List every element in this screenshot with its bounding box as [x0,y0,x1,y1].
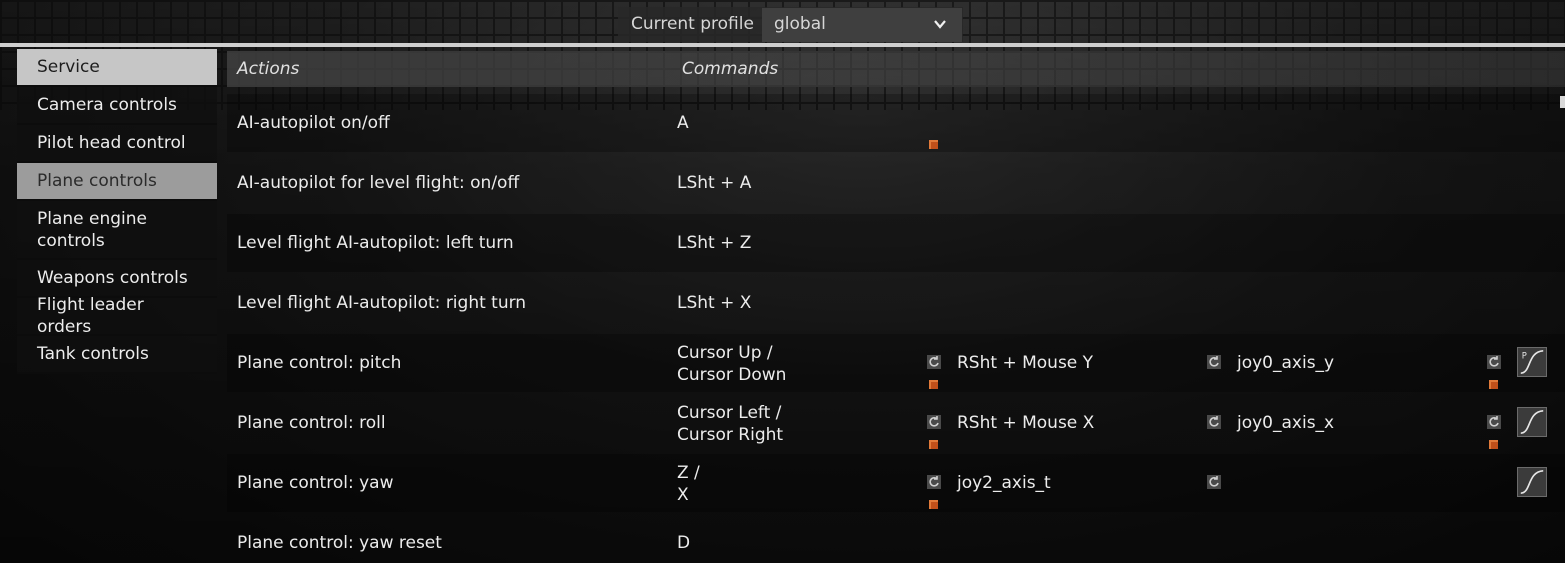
sidebar-item-plane-controls[interactable]: Plane controls [17,163,217,201]
curve-badge: P [1522,350,1527,360]
command-value[interactable]: Cursor Up / Cursor Down [677,342,786,386]
axis-curve-icon[interactable] [1517,467,1547,497]
command-value[interactable]: Z / X [677,462,700,506]
secondary-binding[interactable]: RSht + Mouse X [957,413,1094,433]
sidebar-item-tank-controls[interactable]: Tank controls [17,336,217,374]
sidebar-item-label: Pilot head control [37,133,186,153]
binding-marker-icon [929,140,938,149]
reset-binding-icon[interactable] [1207,355,1221,369]
reset-binding-icon[interactable] [1207,475,1221,489]
secondary-binding[interactable]: joy2_axis_t [957,473,1051,493]
sidebar-item-label: Weapons controls [37,268,188,288]
reset-binding-icon[interactable] [1487,355,1501,369]
actions-column-header: Actions [237,59,300,79]
action-label: AI-autopilot on/off [237,113,390,133]
sidebar-item-label: Plane engine controls [37,208,148,251]
command-value[interactable]: LSht + A [677,173,751,193]
reset-binding-icon[interactable] [1207,415,1221,429]
command-line: Z / [677,463,700,483]
axis-curve-icon[interactable] [1517,407,1547,437]
category-sidebar: Service Camera controls Pilot head contr… [17,49,217,374]
scrollbar[interactable] [1560,96,1565,108]
reset-binding-icon[interactable] [1487,415,1501,429]
command-line: Cursor Right [677,425,784,445]
action-label: Plane control: yaw [237,473,394,493]
action-label: Plane control: roll [237,413,386,433]
profile-value: global [774,14,826,34]
binding-marker-icon [929,500,938,509]
sidebar-item-label: Flight leader orders [37,295,144,337]
table-row[interactable] [227,454,1565,512]
tertiary-binding[interactable]: joy0_axis_x [1237,413,1334,433]
sidebar-item-pilot-head-control[interactable]: Pilot head control [17,125,217,163]
sidebar-item-label: Camera controls [37,95,177,115]
sidebar-item-label: Plane controls [37,171,157,191]
sidebar-item-flight-leader-orders[interactable]: Flight leader orders [17,295,217,337]
sidebar-item-plane-engine-controls[interactable]: Plane engine controls [17,201,217,260]
command-line: Cursor Down [677,365,787,385]
action-label: Level flight AI-autopilot: left turn [237,233,514,253]
chevron-down-icon[interactable] [932,16,948,32]
axis-curve-icon[interactable]: P [1517,347,1547,377]
action-label: Plane control: yaw reset [237,533,442,553]
action-label: Level flight AI-autopilot: right turn [237,293,527,313]
sidebar-item-weapons-controls[interactable]: Weapons controls [17,260,217,298]
table-header [227,51,1565,87]
table-row[interactable] [227,334,1565,392]
binding-marker-icon [929,440,938,449]
sidebar-item-service[interactable]: Service [17,49,217,87]
reset-binding-icon[interactable] [927,415,941,429]
action-label: AI-autopilot for level flight: on/off [237,173,520,193]
sidebar-item-camera-controls[interactable]: Camera controls [17,87,217,125]
commands-column-header: Commands [682,59,779,79]
binding-marker-icon [1489,440,1498,449]
top-divider [0,43,1565,47]
binding-marker-icon [929,380,938,389]
tertiary-binding[interactable]: joy0_axis_y [1237,353,1334,373]
reset-binding-icon[interactable] [927,355,941,369]
command-value[interactable]: LSht + Z [677,233,751,253]
action-label: Plane control: pitch [237,353,402,373]
reset-binding-icon[interactable] [927,475,941,489]
command-line: Cursor Left / [677,403,782,423]
command-value[interactable]: Cursor Left / Cursor Right [677,402,783,446]
command-value[interactable]: D [677,533,690,553]
binding-marker-icon [1489,380,1498,389]
sidebar-item-label: Tank controls [37,344,149,364]
table-row[interactable] [227,94,1565,152]
command-line: Cursor Up / [677,343,773,363]
profile-label: Current profile [631,14,754,34]
command-value[interactable]: LSht + X [677,293,751,313]
secondary-binding[interactable]: RSht + Mouse Y [957,353,1093,373]
sidebar-item-label: Service [37,57,100,77]
command-line: X [677,485,689,505]
command-value[interactable]: A [677,113,689,133]
